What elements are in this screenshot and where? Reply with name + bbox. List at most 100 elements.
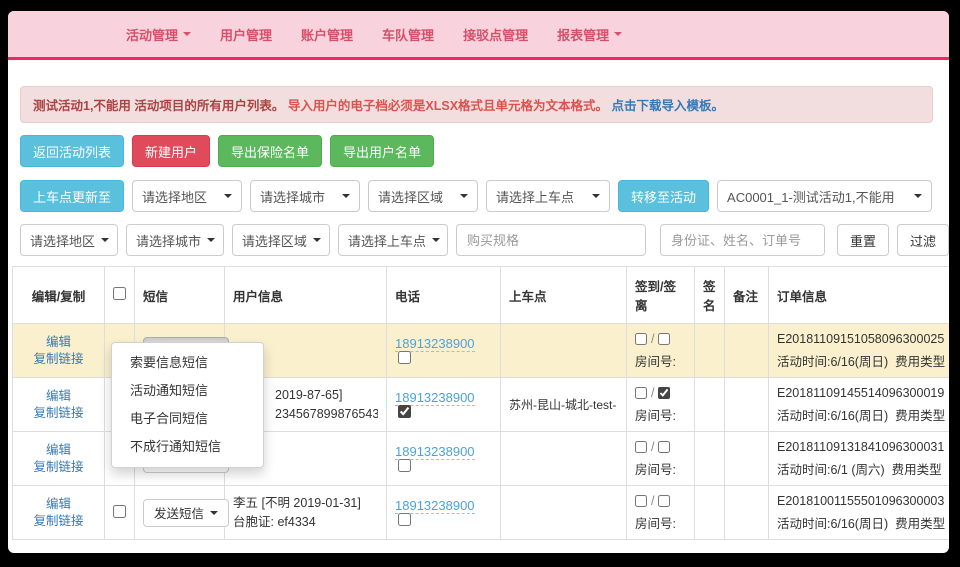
sign-in-checkbox[interactable] bbox=[635, 495, 647, 507]
download-template-link[interactable]: 点击下载导入模板。 bbox=[612, 99, 725, 113]
order-number: E20181109145514096300019 bbox=[777, 386, 949, 400]
header-sign-in-out: 签到/签离 bbox=[627, 267, 695, 324]
sign-separator: / bbox=[651, 440, 654, 454]
filter-district-select[interactable]: 请选择区域 bbox=[232, 224, 330, 256]
nav-item-report-management[interactable]: 报表管理 bbox=[557, 25, 622, 44]
nav-item-label: 账户管理 bbox=[301, 25, 353, 44]
menu-item-e-contract-sms[interactable]: 电子合同短信 bbox=[112, 405, 263, 433]
sign-out-checkbox[interactable] bbox=[658, 387, 670, 399]
select-value: 请选择城市 bbox=[260, 187, 325, 206]
sign-separator: / bbox=[651, 494, 654, 508]
header-pickup-point: 上车点 bbox=[501, 267, 627, 324]
remark-cell bbox=[725, 378, 769, 432]
phone-link[interactable]: 18913238900 bbox=[395, 444, 475, 460]
sign-separator: / bbox=[651, 386, 654, 400]
phone-checkbox[interactable] bbox=[398, 405, 411, 418]
sign-in-checkbox[interactable] bbox=[635, 441, 647, 453]
remark-cell bbox=[725, 486, 769, 540]
sign-in-checkbox[interactable] bbox=[635, 387, 647, 399]
edit-link[interactable]: 编辑 bbox=[21, 496, 96, 513]
user-info-line2: 台胞证: ef4334 bbox=[233, 513, 378, 532]
header-order-info: 订单信息 bbox=[769, 267, 950, 324]
pickup-point-cell: 苏州-昆山-城北-test- bbox=[501, 378, 627, 432]
select-value: 请选择区域 bbox=[242, 231, 307, 250]
nav-item-account-management[interactable]: 账户管理 bbox=[301, 25, 353, 44]
filter-button[interactable]: 过滤 bbox=[897, 224, 949, 256]
order-detail: 活动时间:6/16(周日) 费用类型 bbox=[777, 405, 949, 424]
copy-link[interactable]: 复制链接 bbox=[21, 459, 96, 476]
action-button-row: 返回活动列表 新建用户 导出保险名单 导出用户名单 bbox=[20, 135, 949, 167]
select-value: 请选择上车点 bbox=[348, 231, 426, 250]
signature-cell bbox=[695, 432, 725, 486]
table-header-row: 编辑/复制 短信 用户信息 电话 上车点 签到/签离 签名 备注 订单信息 bbox=[13, 267, 950, 324]
filter-pickup-point-select[interactable]: 请选择上车点 bbox=[338, 224, 448, 256]
order-detail: 活动时间:6/1 (周六) 费用类型 bbox=[777, 459, 949, 478]
select-value: AC0001_1-测试活动1,不能用 bbox=[727, 187, 895, 206]
signature-cell bbox=[695, 378, 725, 432]
room-number-label: 房间号: bbox=[635, 513, 686, 532]
city-select[interactable]: 请选择城市 bbox=[250, 180, 360, 212]
select-value: 请选择上车点 bbox=[496, 187, 574, 206]
pickup-point-cell bbox=[501, 486, 627, 540]
pickup-point-select[interactable]: 请选择上车点 bbox=[486, 180, 610, 212]
menu-item-request-info-sms[interactable]: 索要信息短信 bbox=[112, 349, 263, 377]
reset-button[interactable]: 重置 bbox=[837, 224, 889, 256]
sign-in-checkbox[interactable] bbox=[635, 333, 647, 345]
select-value: 请选择地区 bbox=[30, 231, 95, 250]
select-value: 请选择区域 bbox=[378, 187, 443, 206]
header-signature: 签名 bbox=[695, 267, 725, 324]
copy-link[interactable]: 复制链接 bbox=[21, 351, 96, 368]
pickup-update-bar: 上车点更新至 请选择地区 请选择城市 请选择区域 请选择上车点 转移至活动 AC… bbox=[20, 180, 949, 212]
target-activity-select[interactable]: AC0001_1-测试活动1,不能用 bbox=[717, 180, 932, 212]
nav-item-label: 活动管理 bbox=[126, 25, 178, 44]
send-sms-button[interactable]: 发送短信 bbox=[143, 499, 229, 527]
filter-city-select[interactable]: 请选择城市 bbox=[126, 224, 224, 256]
signature-cell bbox=[695, 486, 725, 540]
sign-out-checkbox[interactable] bbox=[658, 333, 670, 345]
menu-item-cancellation-notice-sms[interactable]: 不成行通知短信 bbox=[112, 433, 263, 461]
region-select[interactable]: 请选择地区 bbox=[132, 180, 242, 212]
select-value: 请选择城市 bbox=[136, 231, 201, 250]
room-number-label: 房间号: bbox=[635, 405, 686, 424]
edit-link[interactable]: 编辑 bbox=[21, 334, 96, 351]
new-user-button[interactable]: 新建用户 bbox=[132, 135, 210, 167]
nav-item-shuttle-point-management[interactable]: 接驳点管理 bbox=[463, 25, 528, 44]
sign-out-checkbox[interactable] bbox=[658, 441, 670, 453]
phone-checkbox[interactable] bbox=[398, 459, 411, 472]
phone-checkbox[interactable] bbox=[398, 513, 411, 526]
sign-out-checkbox[interactable] bbox=[658, 495, 670, 507]
export-user-list-button[interactable]: 导出用户名单 bbox=[330, 135, 434, 167]
header-sms: 短信 bbox=[135, 267, 225, 324]
nav-item-fleet-management[interactable]: 车队管理 bbox=[382, 25, 434, 44]
filter-bar: 请选择地区 请选择城市 请选择区域 请选择上车点 重置 过滤 bbox=[20, 224, 949, 256]
update-pickup-point-button[interactable]: 上车点更新至 bbox=[20, 180, 124, 212]
search-input[interactable] bbox=[660, 224, 825, 256]
phone-link[interactable]: 18913238900 bbox=[395, 498, 475, 514]
edit-link[interactable]: 编辑 bbox=[21, 442, 96, 459]
signature-cell bbox=[695, 324, 725, 378]
app-window: 活动管理 用户管理 账户管理 车队管理 接驳点管理 报表管理 测试活动1,不能用… bbox=[8, 11, 949, 553]
edit-link[interactable]: 编辑 bbox=[21, 388, 96, 405]
back-to-activity-list-button[interactable]: 返回活动列表 bbox=[20, 135, 124, 167]
copy-link[interactable]: 复制链接 bbox=[21, 513, 96, 530]
purchase-spec-input[interactable] bbox=[456, 224, 646, 256]
phone-link[interactable]: 18913238900 bbox=[395, 336, 475, 352]
chevron-down-icon bbox=[592, 194, 600, 198]
district-select[interactable]: 请选择区域 bbox=[368, 180, 478, 212]
nav-item-user-management[interactable]: 用户管理 bbox=[220, 25, 272, 44]
table-row: 编辑 复制链接 发送短信 李五 [不明 2019-01-31] bbox=[13, 486, 950, 540]
row-checkbox[interactable] bbox=[113, 505, 126, 518]
export-insurance-list-button[interactable]: 导出保险名单 bbox=[218, 135, 322, 167]
order-detail: 活动时间:6/16(周日) 费用类型 bbox=[777, 351, 949, 370]
phone-link[interactable]: 18913238900 bbox=[395, 390, 475, 406]
nav-item-label: 接驳点管理 bbox=[463, 25, 528, 44]
nav-item-activity-management[interactable]: 活动管理 bbox=[126, 25, 191, 44]
phone-checkbox[interactable] bbox=[398, 351, 411, 364]
filter-region-select[interactable]: 请选择地区 bbox=[20, 224, 118, 256]
menu-item-activity-notice-sms[interactable]: 活动通知短信 bbox=[112, 377, 263, 405]
user-info-line1: 李五 [不明 2019-01-31] bbox=[233, 494, 378, 513]
transfer-to-activity-button[interactable]: 转移至活动 bbox=[618, 180, 709, 212]
select-all-checkbox[interactable] bbox=[113, 287, 126, 300]
copy-link[interactable]: 复制链接 bbox=[21, 405, 96, 422]
chevron-down-icon bbox=[224, 194, 232, 198]
